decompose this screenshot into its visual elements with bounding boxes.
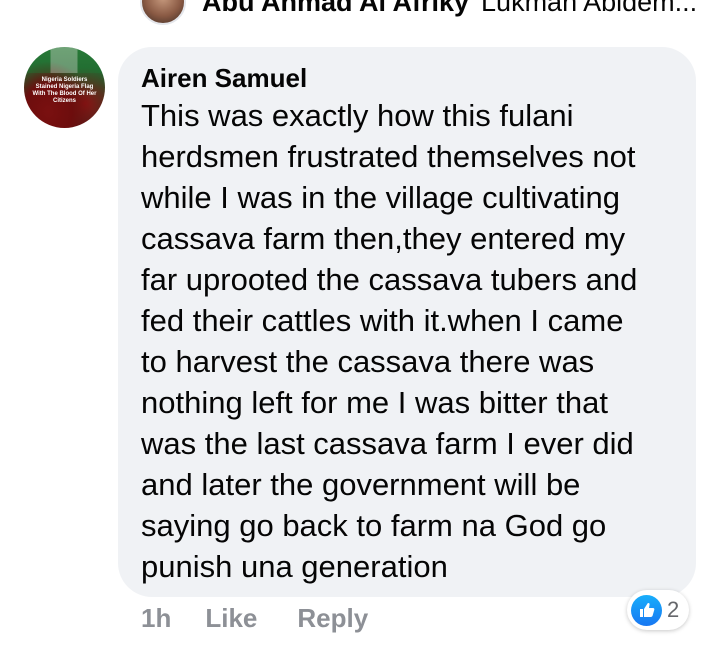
comment-text-line: fed their cattles with it.when I came xyxy=(141,303,624,338)
comment-timestamp[interactable]: 1h xyxy=(141,603,171,634)
reply-button[interactable]: Reply xyxy=(297,603,368,634)
comment-text-line: This was exactly how this fulani xyxy=(141,98,574,133)
avatar-image-lettering: Nigeria Soldiers Stained Nigeria Flag Wi… xyxy=(32,77,97,104)
comment-text-line: and later the government will be xyxy=(141,467,581,502)
commenter-avatar[interactable]: Nigeria Soldiers Stained Nigeria Flag Wi… xyxy=(24,47,105,128)
like-thumb-icon xyxy=(631,594,662,626)
previous-reply-row: Abu Ahmad Al Afriky Lukman Abidem... xyxy=(140,0,698,25)
comment-text-line: was the last cassava farm I ever did xyxy=(141,426,634,461)
like-button[interactable]: Like xyxy=(205,603,257,634)
comment-text-line: far uprooted the cassava tubers and xyxy=(141,262,638,297)
comment-actions: 1h Like Reply xyxy=(141,603,368,634)
reply-author-avatar[interactable] xyxy=(140,0,186,25)
comment-bubble: Airen Samuel This was exactly how this f… xyxy=(118,47,696,597)
comment-text-line: nothing left for me I was bitter that xyxy=(141,385,608,420)
comment-text-line: saying go back to farm na God go xyxy=(141,508,607,543)
reaction-count: 2 xyxy=(667,597,680,622)
reply-author-name[interactable]: Abu Ahmad Al Afriky xyxy=(202,0,469,18)
comment-text-line: herdsmen frustrated themselves not xyxy=(141,139,636,174)
avatar-flag-graphic xyxy=(24,47,105,73)
comment-text-line: while I was in the village cultivating xyxy=(141,180,621,215)
reaction-badge[interactable]: 2 xyxy=(627,590,690,630)
comment-text-line: to harvest the cassava there was xyxy=(141,344,595,379)
comment-text: This was exactly how this fulani herdsme… xyxy=(141,95,674,587)
comment-text-line: punish una generation xyxy=(141,549,448,584)
comment-text-line: cassava farm then,they entered my xyxy=(141,221,626,256)
comment-author-name[interactable]: Airen Samuel xyxy=(141,61,674,95)
reply-text-preview: Lukman Abidem... xyxy=(481,0,698,17)
